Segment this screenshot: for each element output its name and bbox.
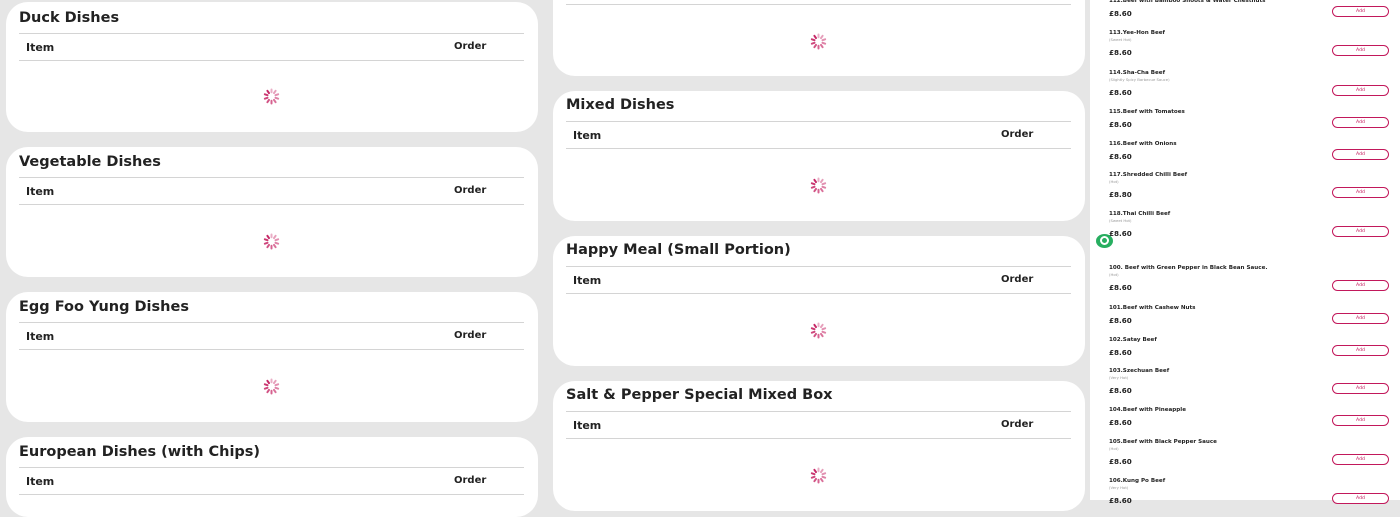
table-divider bbox=[566, 4, 1071, 5]
add-button[interactable]: Add bbox=[1332, 454, 1389, 465]
column-header-order: Order bbox=[454, 185, 487, 196]
menu-item-name: 113.Yee-Hon Beef bbox=[1109, 30, 1165, 36]
add-button[interactable]: Add bbox=[1332, 313, 1389, 324]
column-header-item: Item bbox=[573, 419, 602, 432]
add-button[interactable]: Add bbox=[1332, 280, 1389, 291]
menu-item-price: £8.80 bbox=[1109, 190, 1132, 199]
menu-item-name: 105.Beef with Black Pepper Sauce bbox=[1109, 439, 1217, 445]
menu-item-price: £8.60 bbox=[1109, 386, 1132, 395]
category-title: Vegetable Dishes bbox=[19, 154, 161, 170]
column-header-item: Item bbox=[26, 330, 55, 343]
menu-item-price: £8.60 bbox=[1109, 229, 1132, 238]
menu-item-price: £8.60 bbox=[1109, 283, 1132, 292]
menu-item-description: (Sweet Hot) bbox=[1109, 218, 1132, 223]
add-button[interactable]: Add bbox=[1332, 117, 1389, 128]
loading-spinner-icon bbox=[810, 467, 827, 484]
menu-item-price: £8.60 bbox=[1109, 348, 1132, 357]
menu-item-name: 116.Beef with Onions bbox=[1109, 141, 1177, 147]
column-header-item: Item bbox=[573, 274, 602, 287]
menu-item-name: 106.Kung Po Beef bbox=[1109, 478, 1166, 484]
category-card-happy-meal: Happy Meal (Small Portion) Item Order bbox=[553, 236, 1085, 366]
table-header: Item Order bbox=[19, 467, 524, 495]
column-header-order: Order bbox=[454, 41, 487, 52]
menu-item-description: (Very Hot) bbox=[1109, 375, 1129, 380]
add-button[interactable]: Add bbox=[1332, 226, 1389, 237]
category-card-mixed: Mixed Dishes Item Order bbox=[553, 91, 1085, 221]
menu-item-name: 104.Beef with Pineapple bbox=[1109, 407, 1187, 413]
chat-icon[interactable] bbox=[1096, 234, 1113, 248]
menu-item-price: £8.60 bbox=[1109, 152, 1132, 161]
add-button[interactable]: Add bbox=[1332, 345, 1389, 356]
table-header: Item Order bbox=[19, 322, 524, 350]
add-button[interactable]: Add bbox=[1332, 85, 1389, 96]
column-header-order: Order bbox=[1001, 419, 1034, 430]
column-header-order: Order bbox=[1001, 274, 1034, 285]
add-button[interactable]: Add bbox=[1332, 45, 1389, 56]
category-title: Salt & Pepper Special Mixed Box bbox=[566, 387, 833, 403]
table-header: Item Order bbox=[19, 177, 524, 205]
category-title: Mixed Dishes bbox=[566, 97, 675, 113]
menu-item-name: 102.Satay Beef bbox=[1109, 337, 1157, 343]
menu-item-name: 118.Thai Chilli Beef bbox=[1109, 211, 1171, 217]
add-button[interactable]: Add bbox=[1332, 493, 1389, 504]
menu-item-price: £8.60 bbox=[1109, 9, 1132, 18]
add-button[interactable]: Add bbox=[1332, 187, 1389, 198]
table-header: Item Order bbox=[566, 121, 1071, 149]
category-card-vegetable: Vegetable Dishes Item Order bbox=[6, 147, 538, 277]
menu-item-price: £8.60 bbox=[1109, 418, 1132, 427]
table-header: Item Order bbox=[566, 266, 1071, 294]
add-button[interactable]: Add bbox=[1332, 383, 1389, 394]
menu-item-name: 103.Szechuan Beef bbox=[1109, 368, 1170, 374]
category-title: Egg Foo Yung Dishes bbox=[19, 299, 189, 315]
category-card-duck: Duck Dishes Item Order bbox=[6, 2, 538, 132]
menu-item-description: (Slightly Spicy Barbecue Sauce) bbox=[1109, 77, 1170, 82]
menu-item-description: (Hot) bbox=[1109, 446, 1119, 451]
loading-spinner-icon bbox=[263, 378, 280, 395]
column-header-item: Item bbox=[26, 185, 55, 198]
menu-item-name: 114.Sha-Cha Beef bbox=[1109, 70, 1166, 76]
column-header-order: Order bbox=[1001, 129, 1034, 140]
menu-item-description: (Hot) bbox=[1109, 179, 1119, 184]
menu-item-price: £8.60 bbox=[1109, 48, 1132, 57]
menu-item-name: 115.Beef with Tomatoes bbox=[1109, 109, 1185, 115]
category-title: Duck Dishes bbox=[19, 10, 120, 26]
menu-item-name: 100. Beef with Green Pepper in Black Bea… bbox=[1109, 265, 1268, 271]
loading-spinner-icon bbox=[810, 177, 827, 194]
menu-item-price: £8.60 bbox=[1109, 457, 1132, 466]
table-header: Item Order bbox=[566, 411, 1071, 439]
menu-item-name: 101.Beef with Cashew Nuts bbox=[1109, 305, 1196, 311]
menu-item-name: 112.Beef with Bamboo Shoots & Water Ches… bbox=[1109, 0, 1266, 4]
menu-item-price: £8.60 bbox=[1109, 316, 1132, 325]
column-header-order: Order bbox=[454, 475, 487, 486]
add-button[interactable]: Add bbox=[1332, 415, 1389, 426]
category-card-previous bbox=[553, 0, 1085, 76]
loading-spinner-icon bbox=[810, 322, 827, 339]
menu-item-price: £8.60 bbox=[1109, 120, 1132, 129]
add-button[interactable]: Add bbox=[1332, 6, 1389, 17]
column-header-item: Item bbox=[26, 475, 55, 488]
menu-item-description: (Very Hot) bbox=[1109, 485, 1129, 490]
menu-item-panel: 112.Beef with Bamboo Shoots & Water Ches… bbox=[1090, 0, 1400, 505]
loading-spinner-icon bbox=[263, 88, 280, 105]
loading-spinner-icon bbox=[263, 233, 280, 250]
menu-item-description: (Sweet Hot) bbox=[1109, 37, 1132, 42]
add-button[interactable]: Add bbox=[1332, 149, 1389, 160]
column-header-order: Order bbox=[454, 330, 487, 341]
loading-spinner-icon bbox=[810, 33, 827, 50]
menu-item-price: £8.60 bbox=[1109, 88, 1132, 97]
category-card-european: European Dishes (with Chips) Item Order bbox=[6, 437, 538, 517]
category-title: European Dishes (with Chips) bbox=[19, 444, 261, 460]
menu-item-description: (Hot) bbox=[1109, 272, 1119, 277]
column-header-item: Item bbox=[26, 41, 55, 54]
column-header-item: Item bbox=[573, 129, 602, 142]
menu-item-name: 117.Shredded Chilli Beef bbox=[1109, 172, 1188, 178]
category-card-egg-foo-yung: Egg Foo Yung Dishes Item Order bbox=[6, 292, 538, 422]
menu-item-price: £8.60 bbox=[1109, 496, 1132, 505]
category-title: Happy Meal (Small Portion) bbox=[566, 242, 791, 258]
table-header: Item Order bbox=[19, 33, 524, 61]
category-card-salt-pepper: Salt & Pepper Special Mixed Box Item Ord… bbox=[553, 381, 1085, 511]
